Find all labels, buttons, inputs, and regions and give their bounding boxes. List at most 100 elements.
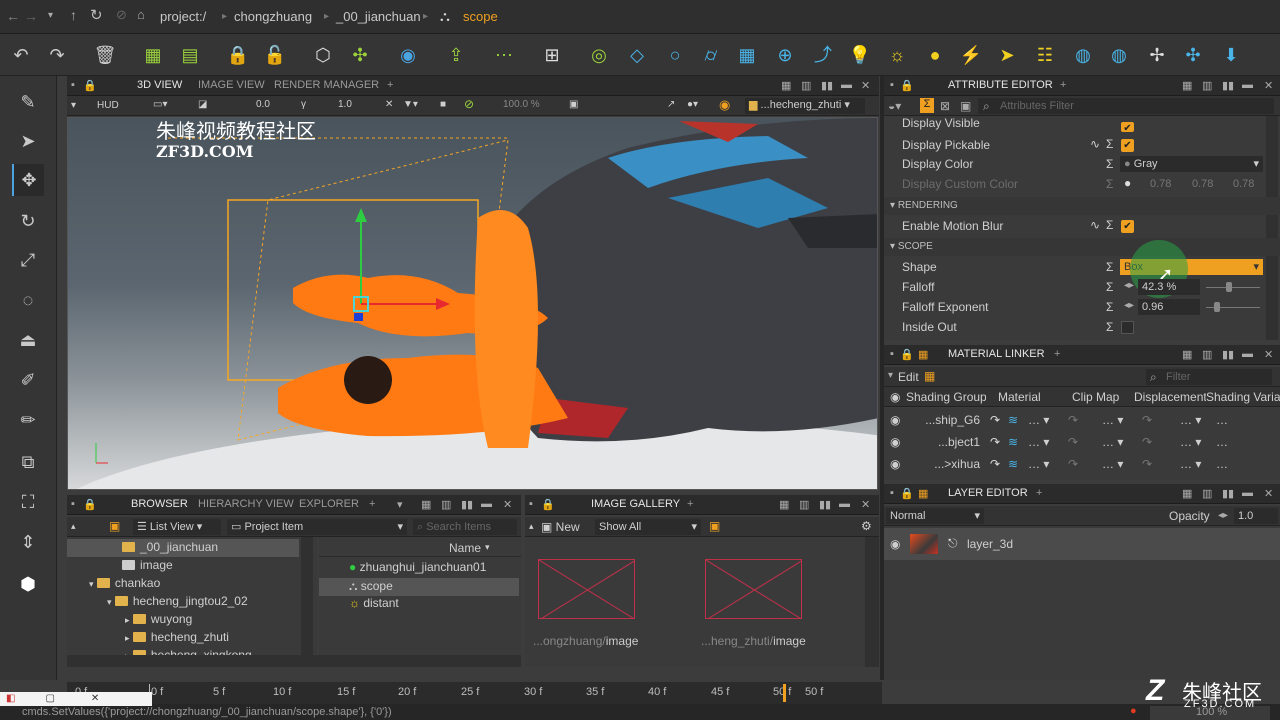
timeline[interactable]: 0 f 0 f 5 f 10 f 15 f 20 f 25 f 30 f 35 … [67,682,882,704]
import-icon[interactable]: ◉ [393,40,423,70]
sigma-icon[interactable]: Σ [1106,218,1113,232]
split-icon[interactable]: ▥ [1202,79,1212,92]
section-rendering[interactable]: ▾ RENDERING [884,197,1280,215]
constraint-icon[interactable]: ✣ [345,40,375,70]
slider-handle-icon[interactable]: ◂▸ [1218,510,1228,521]
variable-dropdown[interactable]: … [1216,457,1228,471]
history-dropdown-icon[interactable]: ▾ [48,10,53,21]
browser-scrollbar[interactable] [67,655,521,667]
sort-icon[interactable]: ▾ [485,542,490,553]
crop-tool-icon[interactable]: ⧉ [12,446,44,478]
maximize-icon[interactable]: ▬ [1242,79,1253,91]
error-icon[interactable]: ● [1130,705,1137,717]
custom-color-swatch[interactable]: ● [1124,176,1131,190]
sigma-icon[interactable]: Σ [1106,137,1113,151]
settings-icon[interactable]: ⚙ [861,519,872,533]
slider-handle-icon[interactable]: ◂▸ [1124,300,1134,311]
project-item-select[interactable]: ▭ Project Item ▾ [227,519,407,535]
animate-icon[interactable]: ∿ [1090,137,1100,151]
directional-light-icon[interactable]: ➤ [992,40,1022,70]
image-gallery-title[interactable]: IMAGE GALLERY [591,498,680,510]
folder-up-icon[interactable]: ⇪ [441,40,471,70]
exposure-value[interactable]: 0.0 [256,99,270,110]
material-dropdown[interactable]: … ▾ [1028,457,1049,471]
layout-icon[interactable]: ▦ [779,498,789,511]
filter-icon[interactable]: ▼▾ [403,99,418,110]
ae-clear-icon[interactable]: ⊠ [940,99,950,113]
spot-light-icon[interactable]: ⚡ [956,40,986,70]
sphere-icon[interactable]: ○ [660,40,690,70]
maximize-icon[interactable]: ▬ [1242,348,1253,360]
opacity-field[interactable]: 1.0 [1234,508,1278,524]
show-all-select[interactable]: Show All ▾ [595,519,701,535]
columns-icon[interactable]: ▮▮ [819,498,831,511]
tree-item-wuyong[interactable]: ▸ wuyong [125,612,192,626]
falloff-slider-knob[interactable] [1226,282,1232,292]
falloff-slider[interactable] [1206,287,1260,288]
panel-menu-icon[interactable]: ▪ [529,498,533,510]
delete-icon[interactable]: 🗑 [90,40,120,70]
lock-icon[interactable]: 🔒 [223,40,253,70]
align-tool-icon[interactable]: ⇕ [12,526,44,558]
list-item[interactable]: ◉ ⎋ layer_3d [884,528,1280,560]
col-displacement[interactable]: Displacement [1134,390,1206,404]
sigma-icon[interactable]: Σ [1106,260,1113,274]
connect-icon[interactable]: ⊞ [537,40,567,70]
tree-scrollbar[interactable] [301,537,313,655]
clip-map-dropdown[interactable]: … ▾ [1102,413,1123,427]
sun-icon[interactable]: ☼ [882,40,912,70]
environment-icon[interactable]: ◍ [1068,40,1098,70]
up-icon[interactable]: ↑ [70,7,77,23]
maximize-icon[interactable]: ▬ [481,498,492,510]
close-panel-icon[interactable]: ✕ [1264,487,1273,500]
sigma-icon[interactable]: Σ [1106,177,1113,191]
sigma-filter-icon[interactable]: Σ [920,98,934,113]
layout-icon[interactable]: ▦ [421,498,431,511]
3d-viewport[interactable]: 朱峰视频教程社区 ZF3D.COM [67,117,878,490]
scale-tool-icon[interactable]: ⤢ [12,244,44,276]
tab-render-manager[interactable]: RENDER MANAGER [274,79,379,91]
panel-lock-icon[interactable]: 🔒 [900,487,914,500]
add-tab-icon[interactable]: + [687,498,693,510]
falloff-exponent-field[interactable]: 0.96 [1138,299,1200,315]
panel-menu-icon[interactable]: ▪ [890,348,894,360]
layer-name[interactable]: layer_3d [967,537,1013,551]
add-tab-icon[interactable]: + [369,498,375,510]
shading-ball-icon[interactable]: ●▾ [687,99,698,110]
falloff-field[interactable]: 42.3 % [1138,279,1200,295]
link-icon[interactable]: ↷ [1068,413,1078,427]
tree-item-hecheng-jingtou[interactable]: ▾ hecheng_jingtou2_02 [107,594,248,608]
viewport-menu-icon[interactable]: ▾ [71,100,76,111]
instance-icon[interactable]: ⬡ [308,40,338,70]
display-color-select[interactable]: ● Gray ▾ [1120,156,1263,172]
script-icon[interactable]: ⋯ [489,40,519,70]
linker-mode-icon[interactable]: ▦ [924,369,935,383]
move-tool-icon[interactable]: ✥ [12,164,44,196]
curve-icon[interactable]: ⤴ [808,40,838,70]
stop-render-icon[interactable]: ⊘ [464,97,474,111]
tree-item-image[interactable]: image [122,558,173,572]
light-icon[interactable]: 💡 [845,40,875,70]
download-icon[interactable]: ⬇ [1216,40,1246,70]
inside-out-checkbox[interactable] [1121,321,1134,334]
layout-icon[interactable]: ▦ [781,79,791,92]
panel-menu-icon[interactable]: ▪ [890,487,894,499]
layout-icon[interactable]: ▦ [1182,348,1192,361]
table-row[interactable]: ◉ ...bject1 ↷ ≋ … ▾ ↷ … ▾ ↷ … ▾ … [884,432,1280,452]
panel-lock-icon[interactable]: 🔒 [83,79,97,92]
enable-motion-blur-checkbox[interactable]: ✔ [1121,220,1134,233]
custom-color-g[interactable]: 0.78 [1192,178,1213,190]
list-item[interactable]: ● zhuanghui_jianchuan01 [349,560,486,574]
tree-item-hecheng-zhuti[interactable]: ▸ hecheng_zhuti [125,630,229,644]
eye-icon[interactable]: ◉ [890,537,900,551]
ungroup-icon[interactable]: ▤ [175,40,205,70]
attribute-editor-title[interactable]: ATTRIBUTE EDITOR [948,79,1053,91]
link-icon[interactable]: ↷ [990,413,1000,427]
rotate-tool-icon[interactable]: ↻ [12,205,44,237]
eye-icon[interactable]: ◉ [890,435,900,449]
panel-lock-icon[interactable]: 🔒 [83,498,97,511]
add-tab-icon[interactable]: + [1060,79,1066,91]
columns-icon[interactable]: ▮▮ [821,79,833,92]
command-line[interactable]: cmds.SetValues({'project://chongzhuang/_… [22,706,392,718]
taskbar-window[interactable]: ◧ ▢ ✕ [0,692,152,706]
